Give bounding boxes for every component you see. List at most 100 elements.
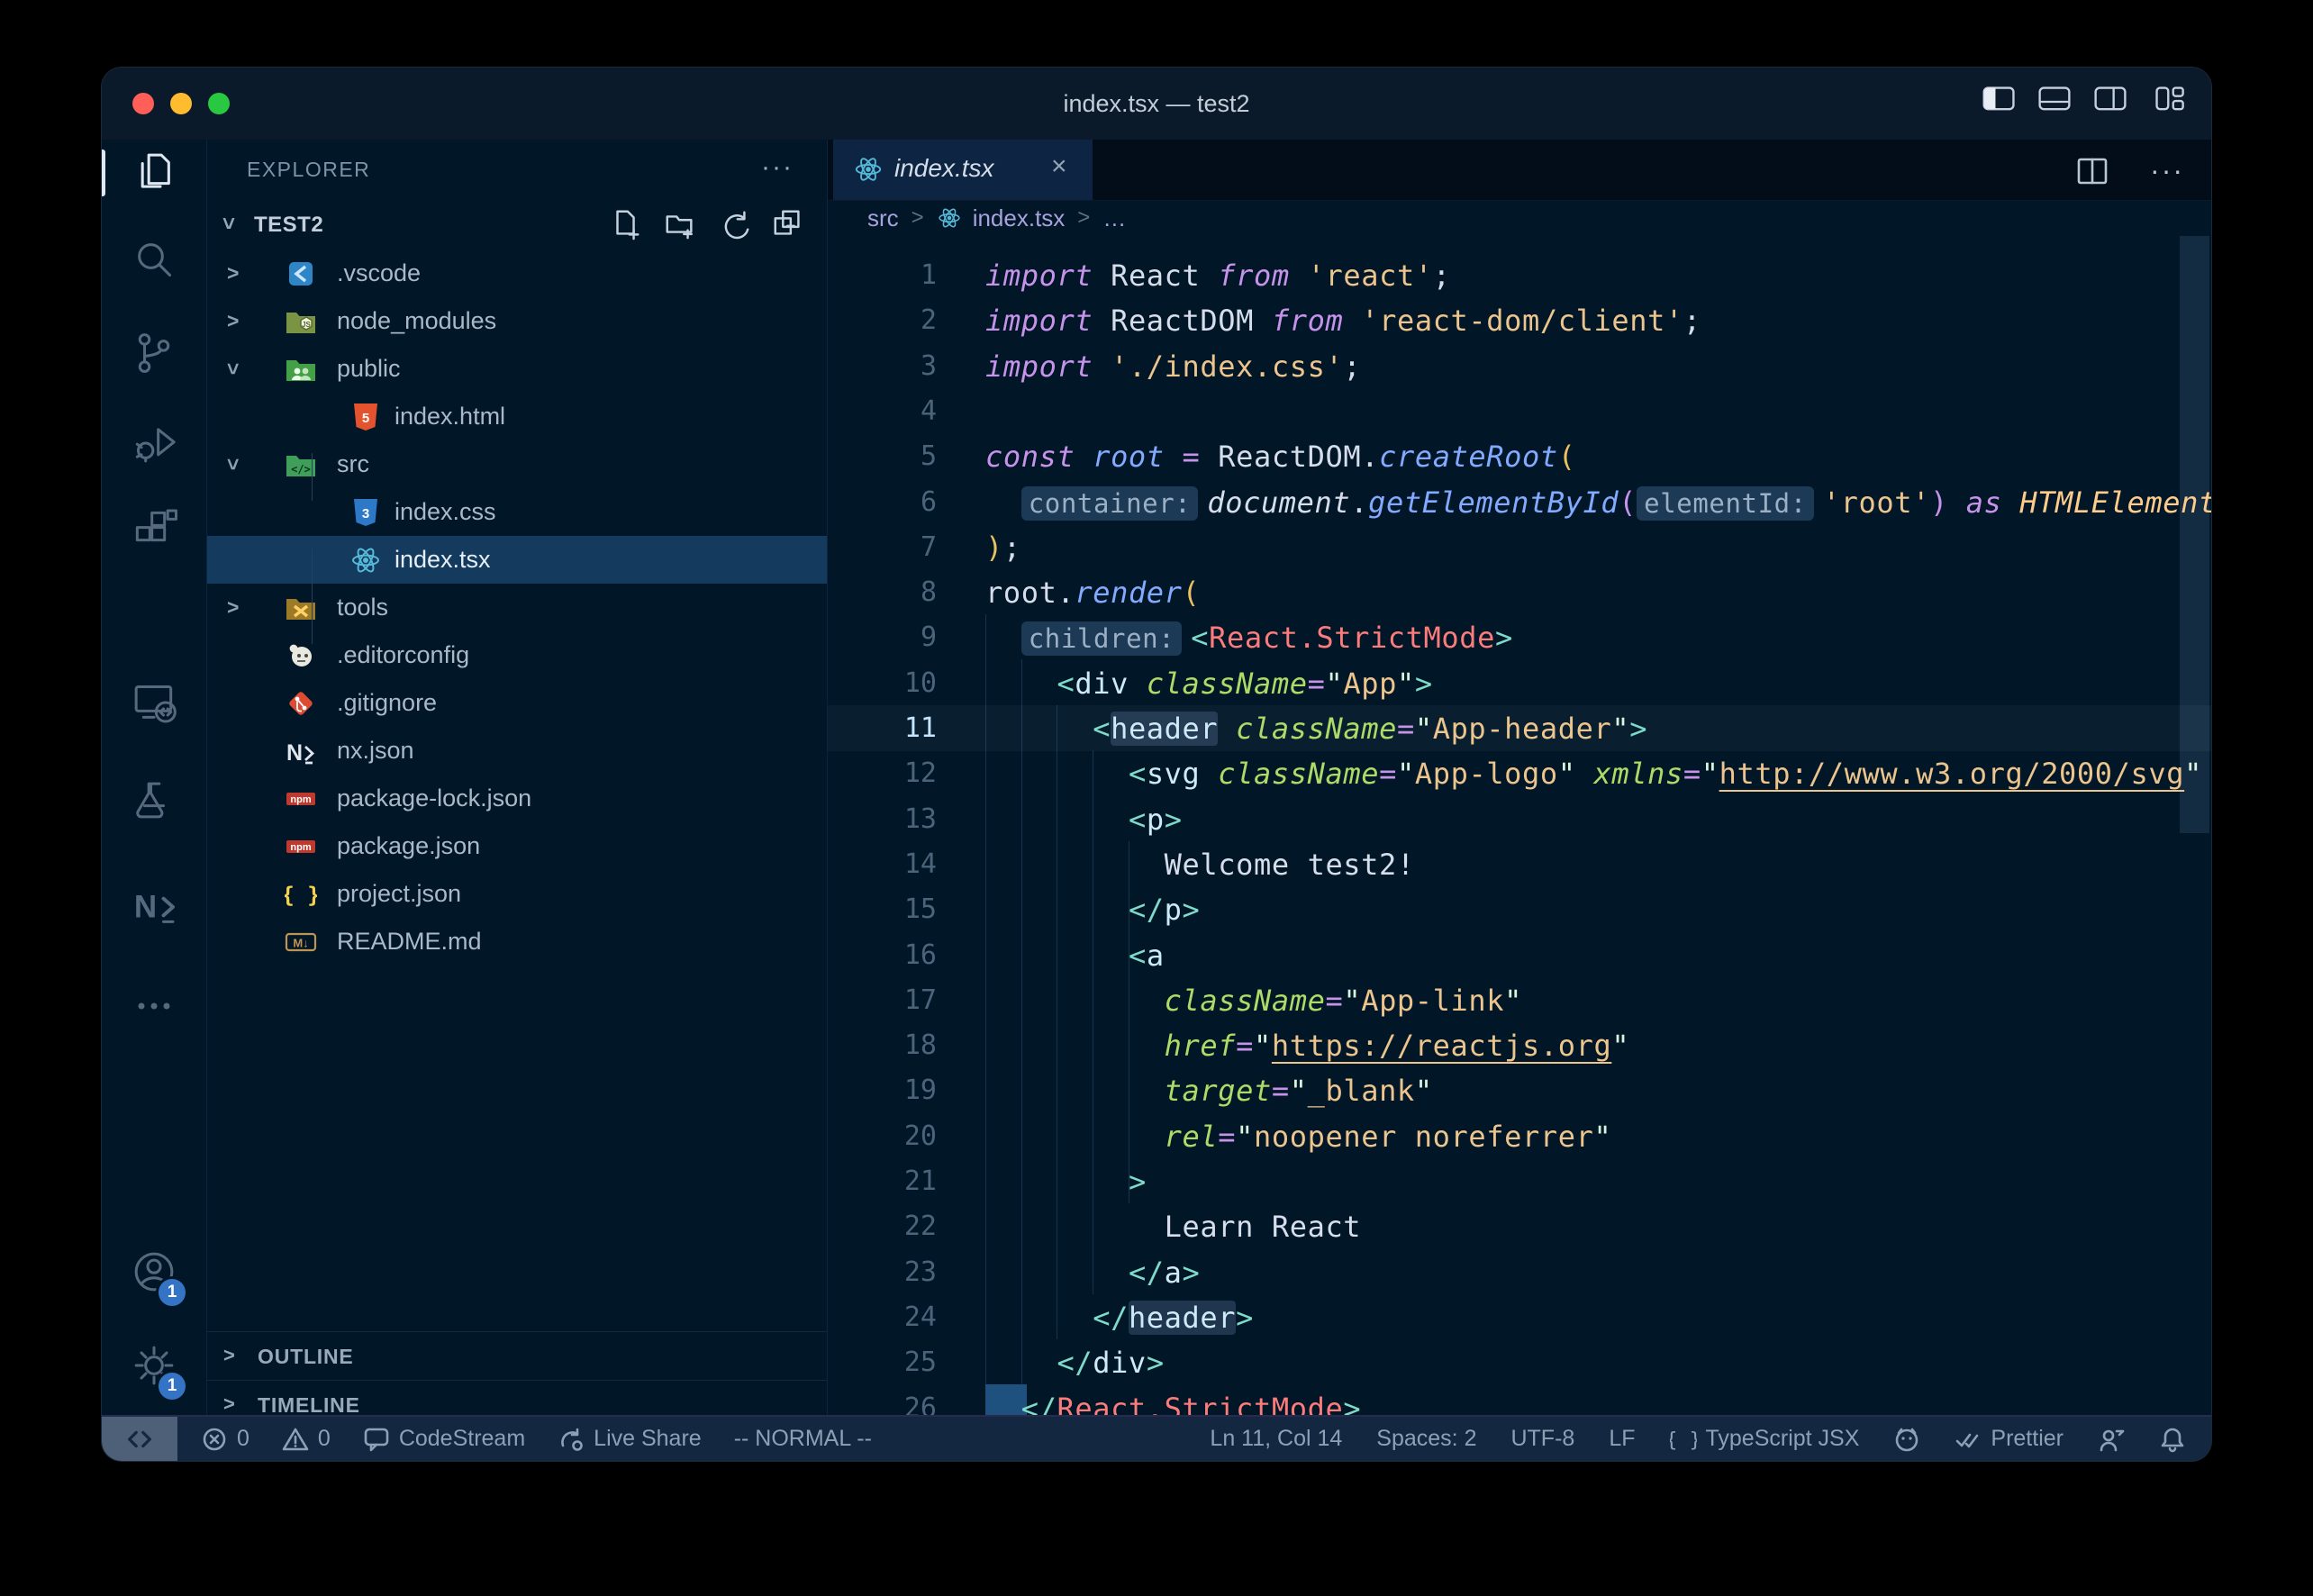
breadcrumb-item-…[interactable]: … — [1102, 204, 1126, 232]
tree-item-src[interactable]: ></>src — [207, 440, 827, 488]
close-tab-icon[interactable]: × — [1051, 151, 1067, 182]
activity-item-source-control[interactable] — [129, 328, 179, 378]
status-item-problems-errors[interactable]: 0 — [201, 1426, 249, 1453]
code-line-22[interactable]: 22 Learn React — [828, 1203, 2211, 1249]
breadcrumb-item-src[interactable]: src — [867, 204, 899, 232]
line-number: 21 — [828, 1165, 937, 1197]
code-editor[interactable]: 1import React from 'react';2import React… — [828, 236, 2211, 1417]
split-editor-button[interactable] — [2074, 152, 2110, 188]
tree-item-label: index.tsx — [395, 546, 491, 574]
new-folder-button[interactable] — [663, 207, 697, 241]
code-line-19[interactable]: 19 target="_blank" — [828, 1067, 2211, 1113]
react-icon — [937, 205, 962, 231]
code-line-18[interactable]: 18 href="https://reactjs.org" — [828, 1022, 2211, 1068]
activity-item-remote-explorer[interactable] — [129, 677, 179, 728]
chevron-down-icon: > — [221, 458, 245, 470]
tree-item-package-lock.json[interactable]: npmpackage-lock.json — [207, 775, 827, 822]
tree-item-public[interactable]: >public — [207, 345, 827, 393]
status-item-feedback[interactable] — [2098, 1426, 2125, 1453]
customize-layout-button[interactable] — [2151, 84, 2191, 120]
status-item-cursor-position[interactable]: Ln 11, Col 14 — [1210, 1426, 1342, 1452]
code-line-17[interactable]: 17 className="App-link" — [828, 977, 2211, 1023]
tree-item-.editorconfig[interactable]: .editorconfig — [207, 631, 827, 679]
status-item-codestream[interactable]: CodeStream — [363, 1426, 525, 1453]
code-line-1[interactable]: 1import React from 'react'; — [828, 252, 2211, 298]
inlay-hint: container: — [1021, 486, 1199, 521]
status-item-live-share[interactable]: Live Share — [558, 1426, 702, 1453]
line-number: 3 — [828, 350, 937, 382]
activity-item-search[interactable] — [129, 234, 179, 285]
activity-item-extensions[interactable] — [129, 504, 179, 555]
code-line-4[interactable]: 4 — [828, 388, 2211, 434]
code-line-26[interactable]: 26 </React.StrictMode> — [828, 1385, 2211, 1418]
code-line-10[interactable]: 10 <div className="App"> — [828, 660, 2211, 706]
tree-item-index.tsx[interactable]: index.tsx — [207, 536, 827, 584]
remote-window-indicator[interactable] — [102, 1417, 177, 1461]
tree-item-node_modules[interactable]: >JSnode_modules — [207, 297, 827, 345]
toggle-primary-sidebar-button[interactable] — [1980, 84, 2019, 120]
code-line-9[interactable]: 9 children:<React.StrictMode> — [828, 614, 2211, 660]
folder-vscode-icon — [285, 258, 317, 290]
npm-icon: npm — [285, 783, 317, 815]
code-line-6[interactable]: 6 container:document.getElementById(elem… — [828, 479, 2211, 525]
breadcrumb-item-index.tsx[interactable]: index.tsx — [937, 204, 1066, 232]
new-file-button[interactable] — [609, 207, 643, 241]
status-item-copilot[interactable] — [1893, 1426, 1920, 1453]
timeline-panel-header[interactable]: > TIMELINE — [207, 1380, 827, 1417]
project-section-header[interactable]: > TEST2 — [207, 200, 827, 249]
code-line-11[interactable]: 11 <header className="App-header"> — [828, 705, 2211, 751]
code-line-5[interactable]: 5const root = ReactDOM.createRoot( — [828, 433, 2211, 479]
activity-item-more-views[interactable] — [129, 981, 179, 1031]
tree-item-project.json[interactable]: { }project.json — [207, 870, 827, 918]
status-item-encoding[interactable]: UTF-8 — [1510, 1426, 1574, 1452]
tree-item-README.md[interactable]: M↓README.md — [207, 918, 827, 966]
tree-item-tools[interactable]: >tools — [207, 584, 827, 631]
toggle-panel-button[interactable] — [2035, 84, 2074, 120]
toggle-secondary-sidebar-button[interactable] — [2091, 84, 2130, 120]
code-line-21[interactable]: 21 > — [828, 1158, 2211, 1204]
code-line-16[interactable]: 16 <a — [828, 932, 2211, 978]
status-bar-right: Ln 11, Col 14 Spaces: 2 UTF-8 LF { }TypeScri… — [1210, 1417, 2186, 1461]
tree-item-label: node_modules — [337, 307, 496, 335]
code-line-content: > — [985, 1163, 1147, 1201]
collapse-folders-button[interactable] — [771, 207, 805, 241]
tree-indent-guide — [312, 549, 313, 644]
code-line-23[interactable]: 23 </a> — [828, 1249, 2211, 1295]
code-line-13[interactable]: 13 <p> — [828, 796, 2211, 842]
status-item-language-mode[interactable]: { }TypeScript JSX — [1670, 1426, 1860, 1453]
tree-item-.vscode[interactable]: >.vscode — [207, 249, 827, 297]
code-line-3[interactable]: 3import './index.css'; — [828, 343, 2211, 389]
status-item-problems-warnings[interactable]: 0 — [282, 1426, 331, 1453]
refresh-explorer-button[interactable] — [717, 207, 751, 241]
status-item-end-of-line[interactable]: LF — [1609, 1426, 1635, 1452]
tree-item-nx.json[interactable]: Nnx.json — [207, 727, 827, 775]
vscode-window: index.tsx — test2 N11 EXPLORER ··· > TES… — [102, 68, 2211, 1461]
activity-item-testing[interactable] — [129, 776, 179, 827]
activity-item-run-debug[interactable] — [129, 418, 179, 468]
views-more-actions-icon[interactable]: ··· — [761, 152, 794, 183]
code-line-8[interactable]: 8root.render( — [828, 569, 2211, 615]
status-item-notifications[interactable] — [2159, 1426, 2186, 1453]
code-line-2[interactable]: 2import ReactDOM from 'react-dom/client'… — [828, 297, 2211, 343]
tree-item-.gitignore[interactable]: .gitignore — [207, 679, 827, 727]
code-line-14[interactable]: 14 Welcome test2! — [828, 841, 2211, 887]
code-line-25[interactable]: 25 </div> — [828, 1339, 2211, 1385]
titlebar: index.tsx — test2 — [102, 68, 2211, 141]
outline-panel-header[interactable]: > OUTLINE — [207, 1331, 827, 1381]
activity-item-nx-console[interactable]: N — [129, 882, 179, 932]
code-line-12[interactable]: 12 <svg className="App-logo" xmlns="http… — [828, 750, 2211, 796]
tree-item-index.html[interactable]: 5index.html — [207, 393, 827, 440]
code-line-7[interactable]: 7); — [828, 524, 2211, 570]
liveshare-icon — [558, 1426, 585, 1453]
code-line-15[interactable]: 15 </p> — [828, 886, 2211, 932]
code-line-24[interactable]: 24 </header> — [828, 1294, 2211, 1340]
status-item-vim-mode[interactable]: -- NORMAL -- — [734, 1426, 872, 1452]
tree-item-package.json[interactable]: npmpackage.json — [207, 822, 827, 870]
tree-item-index.css[interactable]: 3index.css — [207, 488, 827, 536]
activity-item-explorer[interactable] — [129, 148, 179, 198]
editor-more-actions-icon[interactable]: ··· — [2150, 152, 2184, 188]
tab-index-tsx[interactable]: index.tsx × — [833, 140, 1093, 200]
status-item-prettier[interactable]: Prettier — [1955, 1426, 2064, 1453]
status-item-indentation[interactable]: Spaces: 2 — [1376, 1426, 1476, 1452]
code-line-20[interactable]: 20 rel="noopener noreferrer" — [828, 1113, 2211, 1159]
